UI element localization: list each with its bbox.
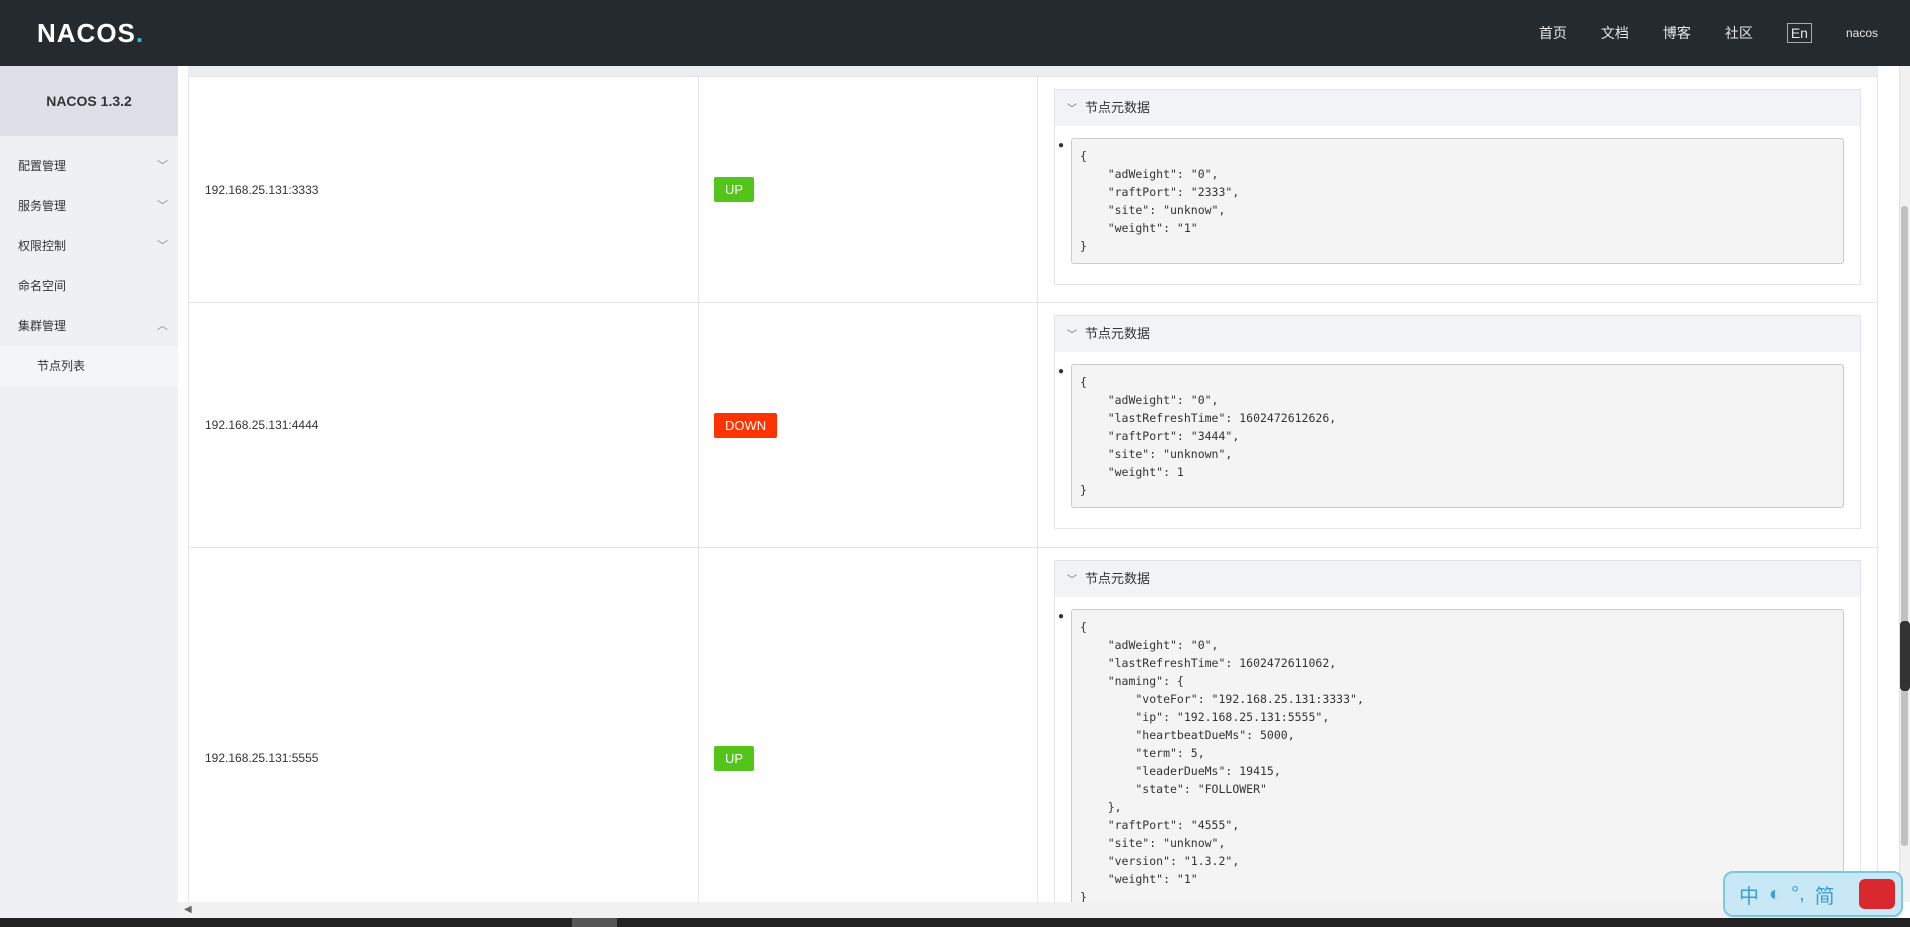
sidebar-item-label: 服务管理 — [18, 199, 67, 213]
table-row: 192.168.25.131:5555 UP ﹀ 节点元数据 ● { "adWei… — [188, 548, 1878, 902]
ime-punct-toggle[interactable]: °, — [1791, 883, 1805, 906]
main-content: 192.168.25.131:3333 UP ﹀ 节点元数据 ● { "adWei… — [178, 66, 1900, 902]
nav-blog[interactable]: 博客 — [1663, 23, 1691, 43]
nacos-logo[interactable]: NACOS. — [37, 18, 144, 49]
bullet-icon: ● — [1058, 366, 1065, 377]
sidebar-item-label: 命名空间 — [18, 279, 67, 293]
sidebar: NACOS 1.3.2 配置管理 ﹀ 服务管理 ﹀ 权限控制 ﹀ 命名空间 集群… — [0, 66, 179, 927]
nav-home[interactable]: 首页 — [1539, 23, 1567, 43]
sidebar-item-service[interactable]: 服务管理 ﹀ — [0, 186, 178, 226]
vertical-scrollbar[interactable] — [1899, 66, 1910, 902]
chevron-down-icon: ﹀ — [157, 160, 168, 172]
chevron-down-icon: ﹀ — [1067, 104, 1077, 115]
node-ip: 192.168.25.131:5555 — [189, 548, 699, 902]
sidebar-item-auth[interactable]: 权限控制 ﹀ — [0, 226, 178, 266]
scrollbar-thumb[interactable] — [1901, 206, 1908, 846]
node-table: 192.168.25.131:3333 UP ﹀ 节点元数据 ● { "adWei… — [188, 66, 1878, 902]
nav-docs[interactable]: 文档 — [1601, 23, 1629, 43]
sidebar-item-config[interactable]: 配置管理 ﹀ — [0, 146, 178, 186]
metadata-json: { "adWeight": "0", "lastRefreshTime": 16… — [1071, 609, 1844, 902]
table-row: 192.168.25.131:3333 UP ﹀ 节点元数据 ● { "adWei… — [188, 77, 1878, 303]
node-ip: 192.168.25.131:3333 — [189, 77, 699, 302]
sidebar-item-label: 权限控制 — [18, 239, 67, 253]
chevron-up-icon: ︿ — [157, 320, 168, 332]
top-header: NACOS. 首页 文档 博客 社区 En nacos — [0, 0, 1910, 66]
sidebar-item-namespace[interactable]: 命名空间 — [0, 266, 178, 306]
ime-simplified-toggle[interactable]: 简 — [1815, 880, 1835, 909]
bullet-icon: ● — [1058, 140, 1065, 151]
metadata-json: { "adWeight": "0", "raftPort": "2333", "… — [1071, 138, 1844, 264]
scroll-left-icon[interactable]: ◀ — [184, 904, 192, 915]
node-ip: 192.168.25.131:4444 — [189, 303, 699, 547]
chevron-down-icon: ﹀ — [1067, 575, 1077, 586]
sidebar-subitem-node-list[interactable]: 节点列表 — [0, 346, 178, 386]
status-badge: UP — [714, 177, 755, 202]
sidebar-item-label: 集群管理 — [18, 319, 67, 333]
chevron-down-icon: ﹀ — [157, 240, 168, 252]
metadata-collapse-header[interactable]: ﹀ 节点元数据 — [1055, 561, 1860, 597]
metadata-collapse-header[interactable]: ﹀ 节点元数据 — [1055, 316, 1860, 352]
table-row: 192.168.25.131:4444 DOWN ﹀ 节点元数据 ● { "adW… — [188, 303, 1878, 548]
metadata-collapse-header[interactable]: ﹀ 节点元数据 — [1055, 90, 1860, 126]
ime-lang-toggle[interactable]: 中 — [1739, 880, 1759, 909]
scrollbar-handle[interactable] — [1900, 621, 1910, 691]
metadata-json: { "adWeight": "0", "lastRefreshTime": 16… — [1071, 364, 1844, 508]
ime-moon-icon[interactable]: ◐ — [1769, 883, 1781, 906]
chevron-down-icon: ﹀ — [1067, 330, 1077, 341]
scrollbar-thumb[interactable] — [572, 918, 617, 927]
metadata-collapse: ﹀ 节点元数据 ● { "adWeight": "0", "lastRefresh… — [1054, 315, 1861, 529]
user-menu[interactable]: nacos — [1846, 26, 1878, 40]
ime-toolbar[interactable]: 中 ◐ °, 简 — [1723, 871, 1903, 917]
status-badge: UP — [714, 745, 755, 771]
bullet-icon: ● — [1058, 611, 1065, 622]
taskbar-strip — [0, 918, 1910, 927]
horizontal-scrollbar[interactable]: ◀ — [178, 902, 1900, 918]
top-nav: 首页 文档 博客 社区 En nacos — [1539, 0, 1910, 66]
sidebar-item-label: 配置管理 — [18, 159, 67, 173]
metadata-collapse: ﹀ 节点元数据 ● { "adWeight": "0", "lastRefresh… — [1054, 560, 1861, 902]
language-switch[interactable]: En — [1786, 23, 1812, 43]
table-header-strip — [188, 66, 1878, 77]
status-badge: DOWN — [714, 412, 778, 438]
ime-skin-icon[interactable] — [1859, 879, 1895, 909]
sidebar-item-cluster[interactable]: 集群管理 ︿ — [0, 306, 178, 346]
nav-community[interactable]: 社区 — [1725, 23, 1753, 43]
metadata-collapse: ﹀ 节点元数据 ● { "adWeight": "0", "raftPort": … — [1054, 89, 1861, 285]
chevron-down-icon: ﹀ — [157, 200, 168, 212]
sidebar-title: NACOS 1.3.2 — [0, 66, 178, 136]
